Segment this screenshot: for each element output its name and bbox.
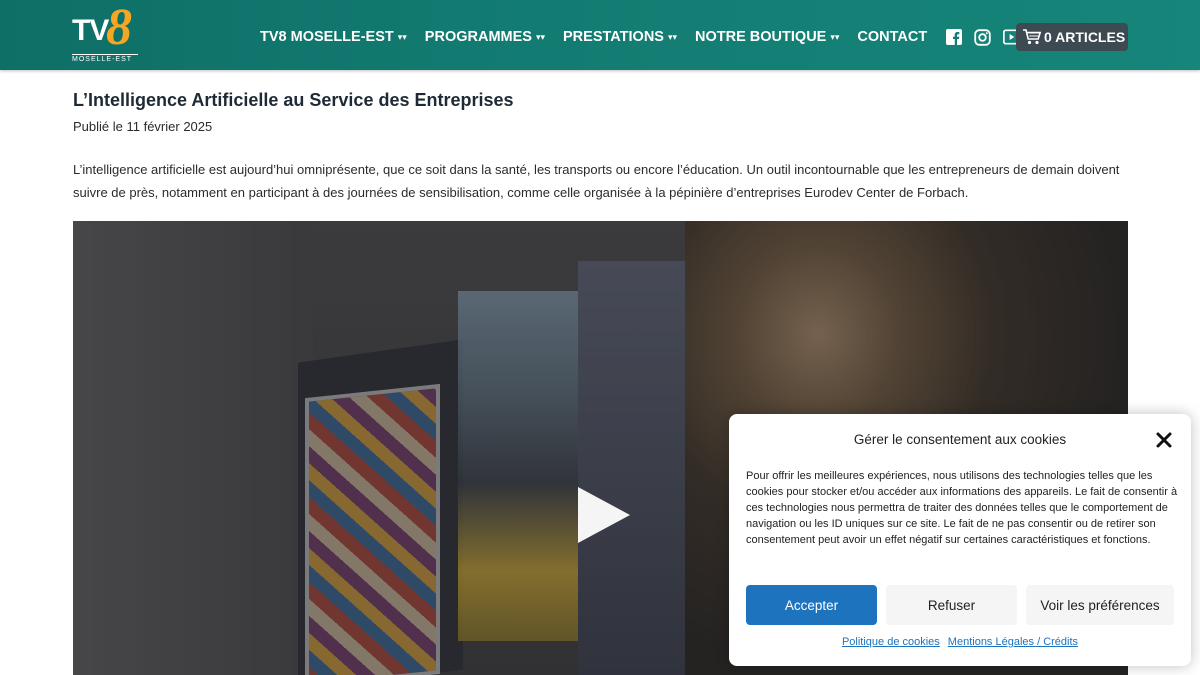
close-icon[interactable] bbox=[1154, 430, 1174, 450]
cart-button[interactable]: 0 ARTICLES bbox=[1016, 23, 1128, 51]
nav-item-label: TV8 MOSELLE-EST bbox=[260, 29, 394, 45]
play-icon[interactable] bbox=[578, 487, 630, 543]
legal-notice-link[interactable]: Mentions Légales / Crédits bbox=[948, 636, 1078, 648]
chevron-down-icon: ▾▾ bbox=[397, 31, 407, 42]
nav-item-contact[interactable]: CONTACT bbox=[857, 29, 927, 45]
nav-item-programmes[interactable]: PROGRAMMES ▾▾ bbox=[425, 29, 545, 45]
refuse-button[interactable]: Refuser bbox=[886, 585, 1017, 625]
instagram-icon[interactable] bbox=[974, 28, 991, 46]
site-logo[interactable]: TV 8 MOSELLE-EST bbox=[72, 2, 142, 64]
article-title: L’Intelligence Artificielle au Service d… bbox=[73, 90, 514, 110]
nav-item-label: NOTRE BOUTIQUE bbox=[695, 29, 827, 45]
nav-item-label: PRESTATIONS bbox=[563, 29, 664, 45]
chevron-down-icon: ▾▾ bbox=[667, 31, 678, 42]
site-header: TV 8 MOSELLE-EST TV8 MOSELLE-EST ▾▾ PROG… bbox=[0, 0, 1200, 70]
cookie-consent-dialog: Gérer le consentement aux cookies Pour o… bbox=[729, 414, 1191, 666]
logo-tv-text: TV bbox=[72, 14, 109, 47]
cookie-dialog-text: Pour offrir les meilleures expériences, … bbox=[746, 470, 1178, 546]
chevron-down-icon: ▾▾ bbox=[830, 31, 840, 42]
nav-item-notre-boutique[interactable]: NOTRE BOUTIQUE ▾▾ bbox=[695, 29, 839, 45]
nav-item-label: CONTACT bbox=[857, 29, 928, 45]
cart-label: 0 ARTICLES bbox=[1044, 29, 1126, 45]
cookie-dialog-title: Gérer le consentement aux cookies bbox=[853, 432, 1067, 447]
main-nav: TV8 MOSELLE-EST ▾▾ PROGRAMMES ▾▾ PRESTAT… bbox=[260, 24, 1061, 50]
chevron-down-icon: ▾▾ bbox=[535, 31, 545, 42]
view-preferences-button[interactable]: Voir les préférences bbox=[1026, 585, 1174, 625]
article-lede: L’intelligence artificielle est aujourd’… bbox=[73, 162, 1120, 200]
logo-subtitle: MOSELLE-EST bbox=[72, 54, 138, 63]
cart-icon bbox=[1023, 29, 1042, 45]
nav-item-tv8-moselle-est[interactable]: TV8 MOSELLE-EST ▾▾ bbox=[260, 29, 407, 45]
cookie-policy-link[interactable]: Politique de cookies bbox=[842, 636, 940, 648]
logo-eight-text: 8 bbox=[106, 0, 132, 56]
nav-item-label: PROGRAMMES bbox=[424, 29, 532, 45]
article-date: Publié le 11 février 2025 bbox=[73, 119, 213, 134]
facebook-icon[interactable] bbox=[945, 29, 962, 46]
cookie-links: Politique de cookies Mentions Légales / … bbox=[729, 636, 1191, 648]
nav-item-prestations[interactable]: PRESTATIONS ▾▾ bbox=[563, 29, 677, 45]
accept-button[interactable]: Accepter bbox=[746, 585, 877, 625]
